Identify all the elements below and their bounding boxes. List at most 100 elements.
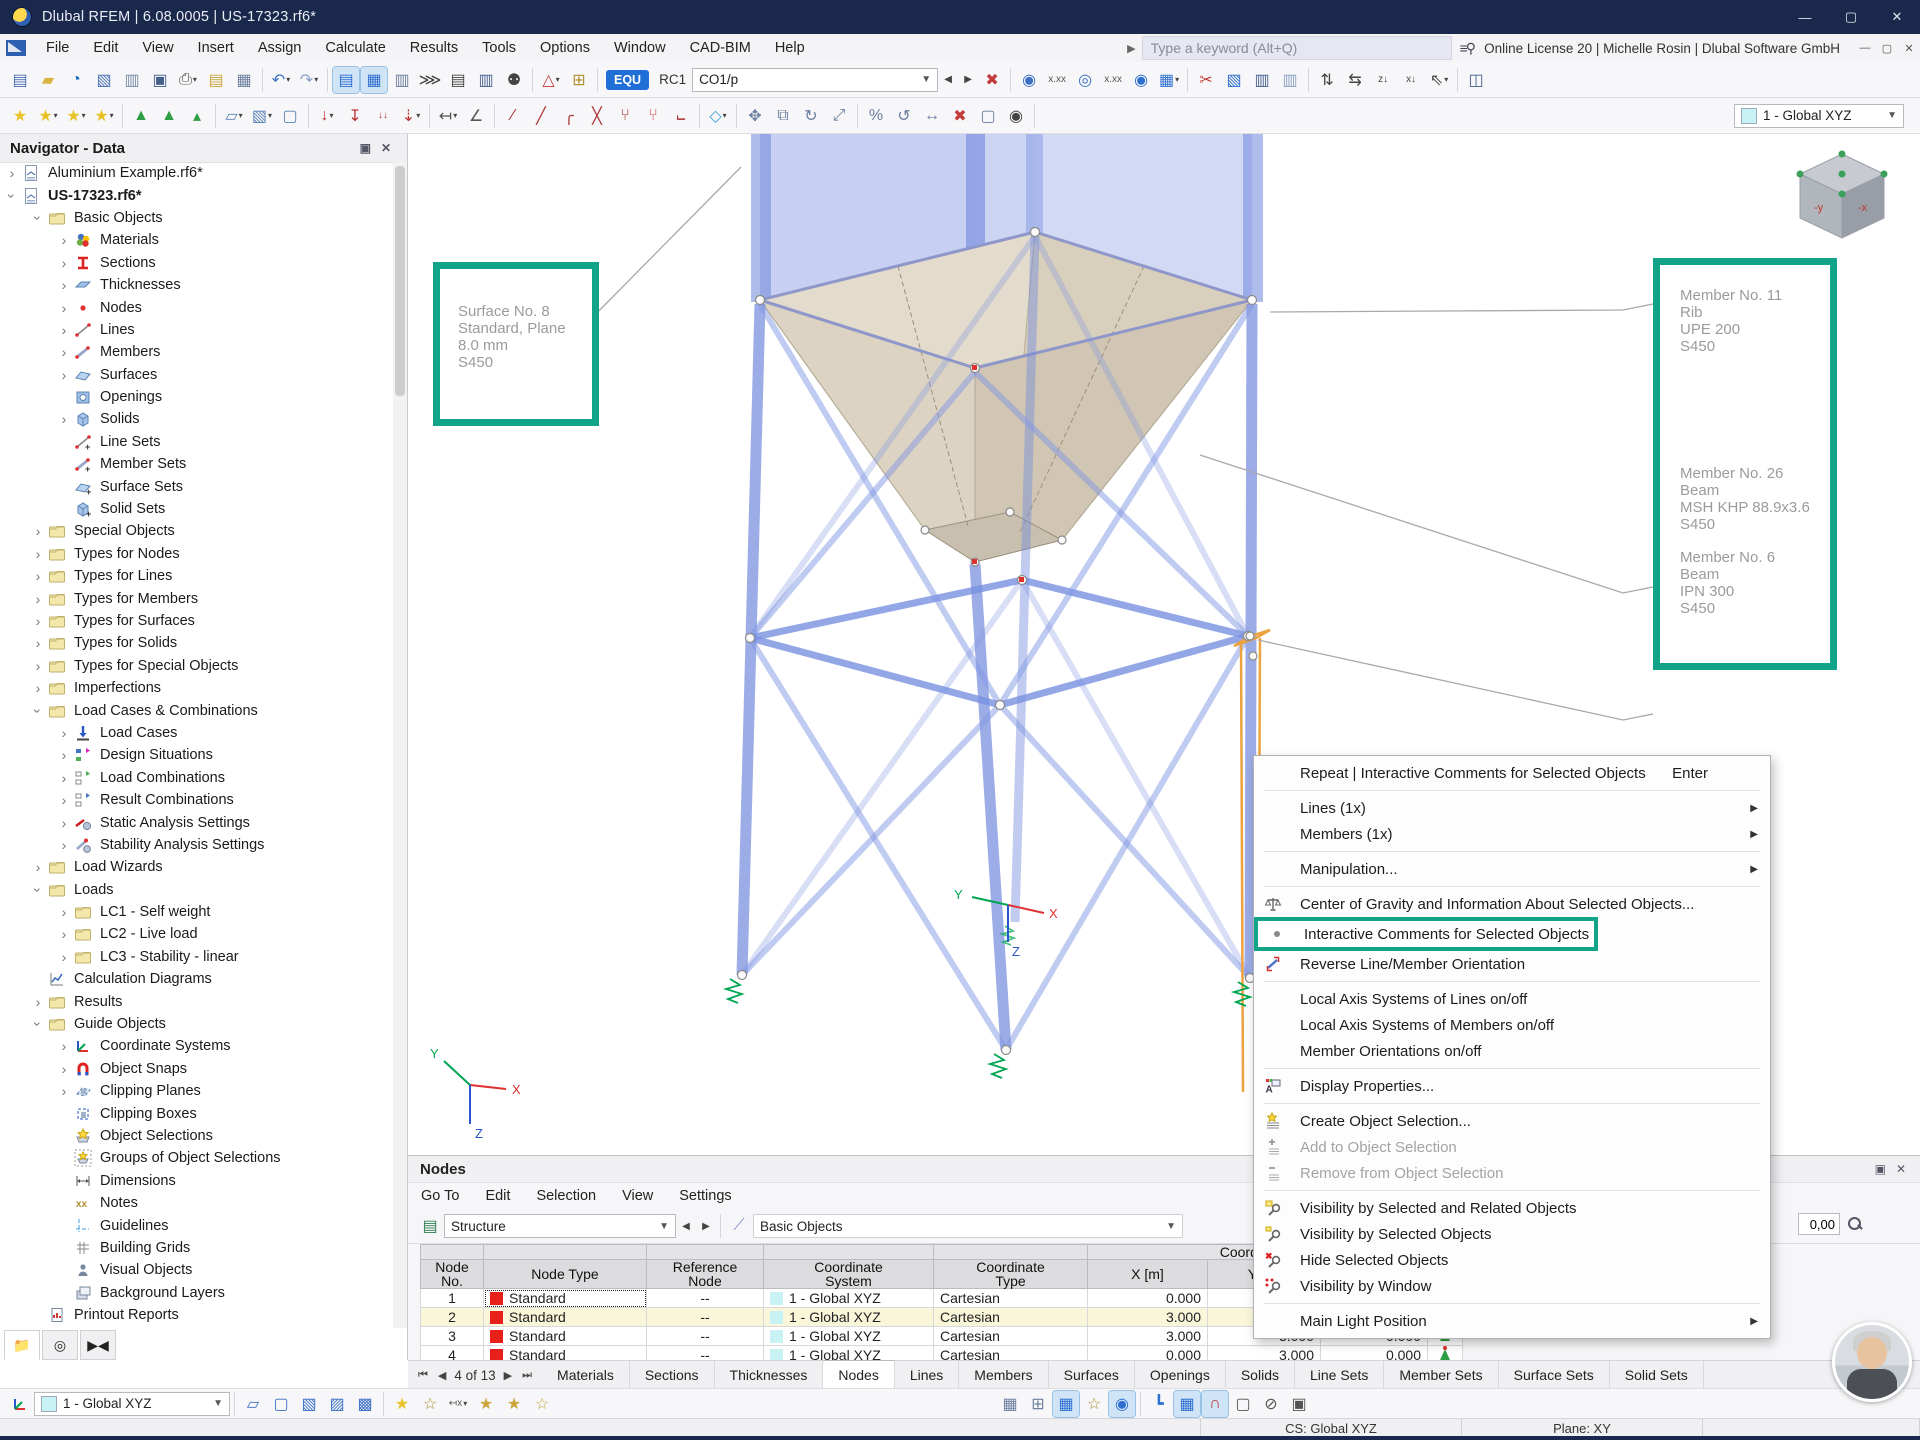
window-icon-icon[interactable]: ◫ <box>1463 67 1489 93</box>
column-header-x-m-[interactable]: X [m] <box>1088 1260 1208 1289</box>
doc-copy-icon[interactable]: ▥ <box>1277 67 1303 93</box>
undo-icon[interactable]: ↶▾ <box>268 67 294 93</box>
clip-plane-icon[interactable]: ▱ <box>240 1391 266 1417</box>
tree-item-lc1-self-weight[interactable]: ›LC1 - Self weight <box>0 901 393 923</box>
fillet-icon[interactable]: ╭ <box>556 103 582 129</box>
grid-star-icon[interactable]: ☆ <box>1081 1391 1107 1417</box>
tree-item-load-combinations[interactable]: ›Load Combinations <box>0 767 393 789</box>
save-icon[interactable]: ▣ <box>147 67 173 93</box>
table-tab-surfaces[interactable]: Surfaces <box>1049 1361 1135 1389</box>
frame-icon[interactable]: ▢ <box>975 103 1001 129</box>
tree-item-coordinate-systems[interactable]: ›Coordinate Systems <box>0 1035 393 1057</box>
tree-chevron-icon[interactable]: › <box>30 882 46 898</box>
sel-star-grid-icon[interactable]: ☆ <box>417 1391 443 1417</box>
context-item-reverse-line-member-orientation[interactable]: Reverse Line/Member Orientation <box>1254 951 1770 977</box>
tree-chevron-icon[interactable]: › <box>30 703 46 719</box>
tree-item-types-for-solids[interactable]: ›Types for Solids <box>0 632 393 654</box>
tree-item-design-situations[interactable]: ›Design Situations <box>0 744 393 766</box>
tree-chevron-icon[interactable]: › <box>56 1038 72 1054</box>
table-tab-sections[interactable]: Sections <box>630 1361 715 1389</box>
tree-item-lines[interactable]: ›Lines <box>0 319 393 341</box>
print-icon[interactable]: ⎙▾ <box>175 67 201 93</box>
label-xxx-icon[interactable]: x.xx <box>1100 67 1126 93</box>
menu-cad-bim[interactable]: CAD-BIM <box>678 36 763 60</box>
column-header-node[interactable]: NodeNo. <box>421 1260 484 1289</box>
user-avatar[interactable] <box>1832 1322 1912 1402</box>
search-input[interactable] <box>1142 36 1452 60</box>
tree-item-result-combinations[interactable]: ›Result Combinations <box>0 789 393 811</box>
prev-view-button[interactable]: ◀ <box>676 1213 696 1239</box>
table-menu-settings[interactable]: Settings <box>666 1185 744 1207</box>
clip-cube-icon[interactable]: ▨ <box>324 1391 350 1417</box>
dim-linear-icon[interactable]: ↤▾ <box>435 103 461 129</box>
tree-chevron-icon[interactable]: › <box>56 232 72 248</box>
display-icon[interactable]: ▦▾ <box>1156 67 1182 93</box>
context-item-display-properties-[interactable]: ADisplay Properties... <box>1254 1073 1770 1099</box>
navigator-scrollbar[interactable] <box>393 162 407 1328</box>
tree-item-members[interactable]: ›Members <box>0 341 393 363</box>
tree-item-openings[interactable]: Openings <box>0 386 393 408</box>
tree-chevron-icon[interactable]: › <box>30 210 46 226</box>
clip-red-icon[interactable]: ✂ <box>1193 67 1219 93</box>
tree-item-surface-sets[interactable]: +Surface Sets <box>0 475 393 497</box>
next-combination-button[interactable]: ▶ <box>958 67 978 93</box>
table-menu-go-to[interactable]: Go To <box>408 1185 472 1207</box>
view-filter-icon[interactable]: ▤ <box>417 1213 443 1239</box>
star-person-icon[interactable]: ★ <box>501 1391 527 1417</box>
tree-item-load-wizards[interactable]: ›Load Wizards <box>0 856 393 878</box>
extend-icon[interactable]: ╱ <box>528 103 554 129</box>
navigator-tab-views[interactable]: ◎ <box>42 1330 78 1360</box>
load-combination-combo[interactable]: CO1/p▼ <box>692 68 938 92</box>
load-area-icon[interactable]: ↓↓ <box>370 103 396 129</box>
split-icon[interactable]: ⑂ <box>640 103 666 129</box>
load-node-icon[interactable]: ↓▾ <box>314 103 340 129</box>
table-tab-materials[interactable]: Materials <box>542 1361 630 1389</box>
context-item-local-axis-systems-of-lines-on-off[interactable]: Local Axis Systems of Lines on/off <box>1254 986 1770 1012</box>
eye-blue-icon[interactable]: ◉ <box>1128 67 1154 93</box>
tree-item-background-layers[interactable]: Background Layers <box>0 1282 393 1304</box>
headset-icon[interactable]: ⚉ <box>501 67 527 93</box>
tree-chevron-icon[interactable]: › <box>56 725 72 741</box>
dim-x-icon[interactable]: ↤x▾ <box>445 1391 471 1417</box>
star-beam-icon[interactable]: ★▾ <box>91 103 117 129</box>
table-tab-solids[interactable]: Solids <box>1226 1361 1295 1389</box>
maximize-button[interactable]: ▢ <box>1828 0 1874 34</box>
rc1-label[interactable]: RC1 <box>659 72 686 87</box>
context-item-visibility-by-selected-objects[interactable]: Visibility by Selected Objects <box>1254 1221 1770 1247</box>
table-tab-lines[interactable]: Lines <box>895 1361 959 1389</box>
sel-star-icon[interactable]: ★ <box>389 1391 415 1417</box>
tree-chevron-icon[interactable]: › <box>4 188 20 204</box>
tree-item-sections[interactable]: ›Sections <box>0 252 393 274</box>
tree-item-lc3-stability-linear[interactable]: ›LC3 - Stability - linear <box>0 946 393 968</box>
sort-desc-icon[interactable]: ⇆ <box>1342 67 1368 93</box>
context-item-center-of-gravity-and-information-about-[interactable]: Center of Gravity and Information About … <box>1254 891 1770 917</box>
delete-red-icon[interactable]: ✖ <box>947 103 973 129</box>
column-header-node-type[interactable]: Node Type <box>484 1260 647 1289</box>
tree-chevron-icon[interactable]: › <box>30 859 46 875</box>
star-frame-icon[interactable]: ☆ <box>529 1391 555 1417</box>
tree-chevron-icon[interactable]: › <box>56 411 72 427</box>
global-cs-combo-bottom[interactable]: 1 - Global XYZ▼ <box>34 1392 230 1416</box>
sync-icon[interactable]: ◔ <box>63 67 89 93</box>
tree-item-lc2-live-load[interactable]: ›LC2 - Live load <box>0 923 393 945</box>
context-item-interactive-comments-for-selected-object[interactable]: Interactive Comments for Selected Object… <box>1254 917 1598 951</box>
tree-item-surfaces[interactable]: ›Surfaces <box>0 364 393 386</box>
select-icon[interactable]: ⇖▾ <box>1426 67 1452 93</box>
tree-item-types-for-lines[interactable]: ›Types for Lines <box>0 565 393 587</box>
tree-item-building-grids[interactable]: Building Grids <box>0 1237 393 1259</box>
tree-item-loads[interactable]: ›Loads <box>0 879 393 901</box>
tree-item-types-for-nodes[interactable]: ›Types for Nodes <box>0 543 393 565</box>
context-item-main-light-position[interactable]: Main Light Position▶ <box>1254 1308 1770 1334</box>
navigator-pin-icon[interactable]: ▣ <box>360 141 371 155</box>
star-member-icon[interactable]: ★▾ <box>63 103 89 129</box>
tree-chevron-icon[interactable]: › <box>30 680 46 696</box>
tree-item-solids[interactable]: ›Solids <box>0 408 393 430</box>
mdi-minimize-button[interactable]: — <box>1854 38 1876 58</box>
percent-icon[interactable]: % <box>863 103 889 129</box>
tree-item-thicknesses[interactable]: ›Thicknesses <box>0 274 393 296</box>
open-folder-icon[interactable]: ▰ <box>35 67 61 93</box>
tree-chevron-icon[interactable]: › <box>30 1016 46 1032</box>
context-item-hide-selected-objects[interactable]: ✖Hide Selected Objects <box>1254 1247 1770 1273</box>
category-combo[interactable]: Basic Objects▼ <box>753 1214 1183 1238</box>
tree-item-static-analysis-settings[interactable]: ›Static Analysis Settings <box>0 811 393 833</box>
